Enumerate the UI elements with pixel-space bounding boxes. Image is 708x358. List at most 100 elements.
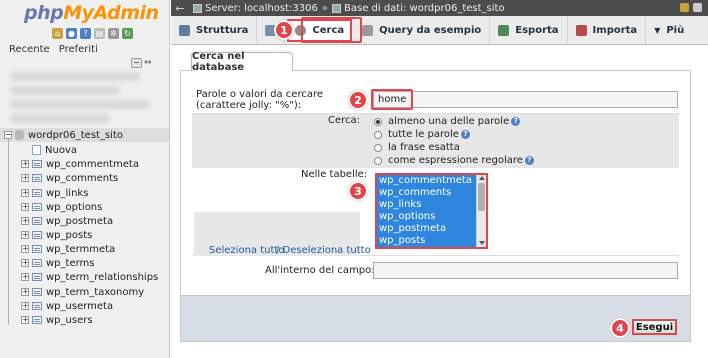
help-icon[interactable]: ? (511, 117, 521, 126)
table-icon (32, 288, 42, 296)
scroll-thumb[interactable] (478, 183, 485, 211)
table-name: wp_term_taxonomy (46, 286, 145, 298)
tree-table[interactable]: + wp_termmeta (21, 242, 115, 256)
search-mode-label: Cerca: (328, 115, 361, 126)
table-option[interactable]: wp_comments (377, 187, 476, 199)
breadcrumb-bar: ← Server: localhost:3306 » Base di dati:… (171, 0, 708, 16)
tab-structure[interactable]: Struttura (171, 16, 258, 44)
expand-icon[interactable]: + (21, 231, 29, 239)
collapse-icon[interactable]: − (4, 131, 12, 139)
help-icon[interactable]: ? (460, 130, 470, 139)
breadcrumb-database[interactable]: Base di dati: wordpr06_test_sito (344, 3, 505, 14)
lock-icon[interactable] (680, 3, 689, 12)
tree-table[interactable]: + wp_users (21, 313, 93, 327)
radio-button[interactable] (374, 156, 382, 165)
tree-new-table[interactable]: Nuova (32, 143, 77, 157)
docs-icon[interactable]: ▤ (94, 28, 105, 39)
tree-table[interactable]: + wp_options (21, 200, 102, 214)
select-scrollbar[interactable] (476, 175, 486, 247)
table-option[interactable]: wp_commentmeta (377, 175, 476, 187)
field-input[interactable] (373, 262, 678, 279)
tree-table[interactable]: + wp_usermeta (21, 299, 113, 313)
scroll-up-icon[interactable] (479, 176, 485, 180)
expand-icon[interactable]: + (21, 316, 29, 324)
table-option[interactable]: wp_options (377, 211, 476, 223)
logout-icon[interactable]: ● (66, 28, 77, 39)
radio-all-words[interactable]: tutte le parole? (374, 129, 470, 140)
search-tab-highlight (301, 17, 362, 43)
table-name: wp_options (46, 201, 103, 213)
table-name: wp_users (46, 314, 93, 326)
callout-1: 1 (274, 20, 294, 40)
tree-table[interactable]: + wp_posts (21, 228, 92, 242)
server-icon (193, 3, 202, 13)
scroll-down-icon[interactable] (479, 241, 485, 245)
back-arrow-icon[interactable]: ← (171, 2, 189, 15)
nav-quick-icons: ⌂ ● ? ▤ ✲ ↻ (52, 28, 133, 39)
database-name: wordpr06_test_sito (28, 129, 123, 141)
database-icon (332, 3, 341, 13)
tree-table[interactable]: + wp_links (21, 186, 88, 200)
tree-table[interactable]: + wp_commentmeta (21, 157, 139, 171)
expand-icon[interactable]: + (21, 288, 29, 296)
table-name: wp_links (46, 187, 89, 199)
tab-export[interactable]: Esporta (490, 16, 568, 44)
tree-table[interactable]: + wp_comments (21, 171, 118, 185)
radio-any-word[interactable]: almeno una delle parole? (374, 116, 521, 127)
export-icon (498, 24, 510, 36)
database-icon (15, 130, 24, 140)
callout-2: 2 (348, 90, 368, 110)
tab-more[interactable]: ▼ Più (646, 16, 692, 44)
blurred-db-row (10, 100, 150, 109)
tables-multiselect[interactable]: wp_commentmeta wp_comments wp_links wp_o… (375, 173, 488, 249)
table-name: wp_posts (46, 229, 93, 241)
table-option[interactable]: wp_postmeta (377, 223, 476, 235)
tree-database[interactable]: − wordpr06_test_sito (4, 128, 123, 142)
expand-icon[interactable]: + (21, 245, 29, 253)
expand-icon[interactable]: + (21, 189, 29, 197)
collapse-all-icon[interactable]: − (131, 58, 142, 68)
tree-table[interactable]: + wp_terms (21, 256, 95, 270)
tree-table[interactable]: + wp_term_taxonomy (21, 285, 144, 299)
expand-window-icon[interactable] (693, 3, 702, 12)
table-option[interactable]: wp_posts (377, 235, 476, 247)
breadcrumb-server[interactable]: Server: localhost:3306 (205, 3, 318, 14)
words-highlight (371, 89, 413, 110)
tab-import[interactable]: Importa (568, 16, 647, 44)
go-button[interactable]: Esegui (632, 319, 677, 335)
expand-icon[interactable]: + (21, 273, 29, 281)
recent-link[interactable]: Recente (9, 44, 50, 55)
table-option[interactable]: wp_links (377, 199, 476, 211)
reload-icon[interactable]: ↻ (122, 28, 133, 39)
expand-icon[interactable]: + (21, 259, 29, 267)
radio-exact-phrase[interactable]: la frase esatta (374, 142, 460, 153)
help-icon[interactable]: ? (80, 28, 91, 39)
expand-icon[interactable]: + (21, 203, 29, 211)
tree-table[interactable]: + wp_term_relationships (21, 270, 158, 284)
deselect-all-link[interactable]: / Deseleziona tutto (276, 245, 371, 256)
radio-button[interactable] (374, 130, 382, 139)
radio-button[interactable] (374, 117, 382, 126)
favorites-link[interactable]: Preferiti (59, 44, 98, 55)
select-all-link[interactable]: Seleziona tutto (209, 245, 284, 256)
phpmyadmin-logo[interactable]: phpMyAdmin (24, 2, 159, 24)
expand-icon[interactable]: + (21, 217, 29, 225)
search-words-input[interactable] (373, 91, 678, 108)
home-icon[interactable]: ⌂ (52, 28, 63, 39)
blurred-db-row (10, 114, 110, 123)
help-icon[interactable]: ? (524, 156, 534, 165)
radio-regex[interactable]: come espressione regolare? (374, 155, 534, 166)
expand-icon[interactable]: + (21, 174, 29, 182)
tab-query[interactable]: Query da esempio (354, 16, 491, 44)
link-panels-icon[interactable]: ⇔ (144, 58, 152, 68)
radio-button[interactable] (374, 143, 382, 152)
tab-bar: Struttura Cerca Query da esempio Esporta… (171, 16, 708, 45)
settings-gear-icon[interactable]: ✲ (108, 28, 119, 39)
callout-4: 4 (610, 318, 630, 338)
expand-icon[interactable]: + (21, 302, 29, 310)
expand-icon[interactable]: + (21, 160, 29, 168)
tree-table[interactable]: + wp_postmeta (21, 214, 113, 228)
table-name: wp_usermeta (46, 300, 114, 312)
table-icon (32, 273, 42, 281)
logo-part-myadmin: MyAdmin (63, 2, 159, 24)
